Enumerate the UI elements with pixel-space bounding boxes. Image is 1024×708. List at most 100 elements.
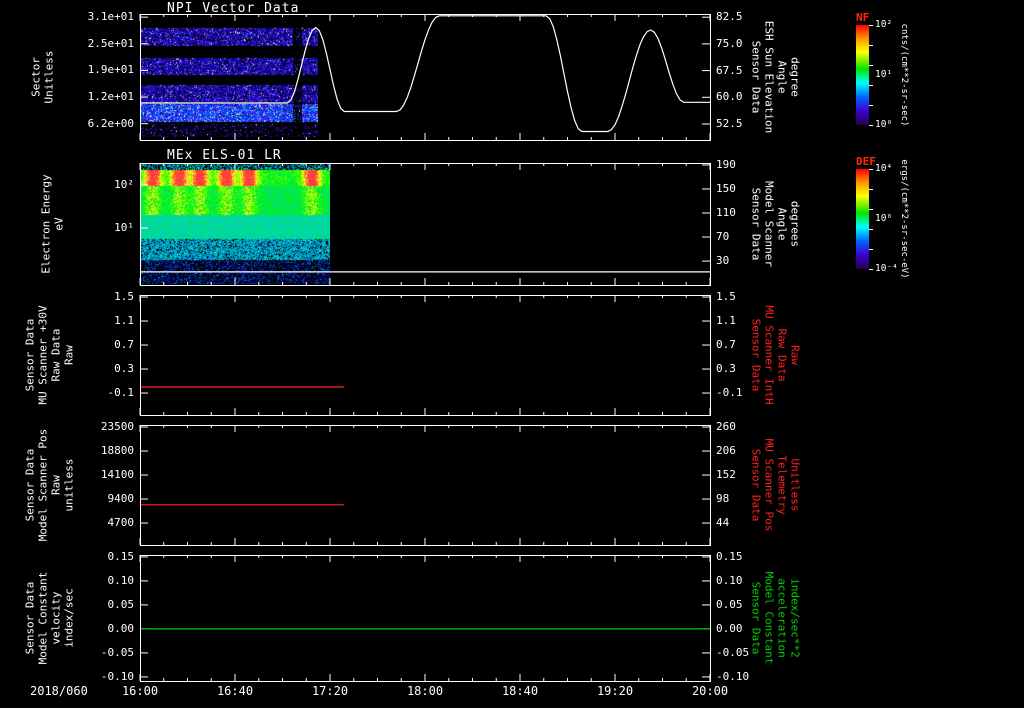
tick-label-left: 6.2e+00 <box>87 116 134 130</box>
colorbar-tick-label: 10⁴ <box>875 163 893 174</box>
tick-label-right: 1.5 <box>716 290 736 304</box>
axis-title-left-line: Sensor Data <box>23 318 37 392</box>
colorbar-tick-label: 10¹ <box>875 69 893 80</box>
axis-title-left-line: unitless <box>62 458 76 512</box>
axis-title-right-line: Raw Data <box>775 328 789 382</box>
tick-label-left: 18800 <box>100 444 134 458</box>
colorbar-tick-label: 10⁰ <box>875 119 893 130</box>
tick-label-left: 9400 <box>107 492 135 506</box>
colorbar-def: DEF ergs/(cm**2-sr-sec-eV) 10⁴ 10⁰ 10⁻⁴ <box>856 155 928 305</box>
panel-frame-scanner-pos <box>140 425 711 546</box>
colorbar-tick-mark <box>869 249 873 250</box>
colorbar-tick-label: 10⁻⁴ <box>875 263 898 274</box>
tick-label-left: 0.00 <box>107 621 135 635</box>
colorbar-tick-label: 10⁰ <box>875 213 893 224</box>
axis-title-right-line: Sensor Data <box>749 40 763 114</box>
tick-label-right: 0.7 <box>716 338 736 352</box>
x-tick-label: 17:20 <box>311 684 349 698</box>
colorbar-def-label: DEF <box>856 155 876 168</box>
tick-label-left: 0.15 <box>107 549 135 563</box>
tick-label-left: 23500 <box>100 420 134 434</box>
axis-title-right-line: Angle <box>775 207 789 241</box>
tick-label-left: 10² <box>114 177 134 191</box>
tick-label-right: 1.1 <box>716 314 736 328</box>
axis-title-right-line: Sensor Data <box>749 448 763 522</box>
colorbar-tick-mark <box>869 105 873 106</box>
tick-label-right: 98 <box>716 492 730 506</box>
colorbar-tick-label: 10² <box>875 19 893 30</box>
date-label: 2018/060 <box>30 684 88 698</box>
axis-title-left-line: Electron Energy <box>39 174 53 274</box>
tick-label-left: 14100 <box>100 468 134 482</box>
colorbar-nf: NF cnts/(cm**2-sr-sec) 10² 10¹ 10⁰ <box>856 11 928 161</box>
colorbar-nf-label: NF <box>856 11 870 24</box>
tick-label-right: 0.3 <box>716 362 736 376</box>
axis-title-left-line: MU Scanner +30V <box>36 305 50 405</box>
tick-label-right: -0.1 <box>716 386 743 400</box>
science-plot-screen: NPI Vector Data MEx ELS-01 LR NF cnts/(c… <box>0 0 1024 708</box>
tick-label-right: 0.05 <box>716 597 743 611</box>
tick-label-right: -0.10 <box>716 669 750 683</box>
tick-label-right: 82.5 <box>716 10 743 24</box>
tick-label-left: 0.3 <box>114 362 134 376</box>
colorbar-tick-mark <box>869 189 873 190</box>
tick-label-right: 60.0 <box>716 90 743 104</box>
tick-label-right: 0.10 <box>716 573 743 587</box>
colorbar-tick-mark <box>869 125 873 126</box>
axis-title-left-line: Sensor Data <box>23 581 37 655</box>
tick-label-left: 2.5e+01 <box>87 36 134 50</box>
tick-label-left: 0.05 <box>107 597 135 611</box>
tick-label-right: 190 <box>716 157 736 171</box>
colorbar-tick-mark <box>869 169 873 170</box>
panel-frame-model-constant <box>140 555 711 682</box>
tick-label-right: -0.05 <box>716 645 750 659</box>
axis-title-right-line: Angle <box>775 60 789 94</box>
colorbar-nf-unit: cnts/(cm**2-sr-sec) <box>899 23 909 127</box>
axis-title-right-line: MU Scanner Pos <box>762 438 776 532</box>
x-tick-label: 18:40 <box>501 684 539 698</box>
x-tick-label: 19:20 <box>596 684 634 698</box>
tick-label-left: -0.05 <box>100 645 134 659</box>
axis-title-left-line: Model Constant <box>36 571 50 665</box>
tick-label-right: 110 <box>716 206 736 219</box>
colorbar-tick-mark <box>869 209 873 210</box>
panel-frame-els <box>140 163 711 286</box>
axis-title-left-line: index/sec <box>62 588 76 648</box>
panel-frame-npi <box>140 14 711 141</box>
axis-title-right-line: Model Scanner <box>762 180 776 268</box>
axis-title-left-line: eV <box>52 217 66 231</box>
axis-title-right-line: ESH Sun Elevation <box>762 20 776 134</box>
tick-label-right: 67.5 <box>716 63 743 77</box>
tick-label-left: 1.5 <box>114 290 134 304</box>
axis-title-right-line: Model Constant <box>762 571 776 665</box>
tick-label-left: 0.10 <box>107 573 135 587</box>
axis-title-right-line: Sensor Data <box>749 318 763 392</box>
colorbar-tick-mark <box>869 269 873 270</box>
axis-title-right-line: acceleration <box>775 578 789 658</box>
tick-label-right: 70 <box>716 230 730 244</box>
tick-label-right: 152 <box>716 468 736 482</box>
tick-label-left: 1.2e+01 <box>87 90 134 104</box>
panel-title-mex-els: MEx ELS-01 LR <box>167 148 282 163</box>
tick-label-left: 0.7 <box>114 338 134 352</box>
tick-label-left: 1.9e+01 <box>87 63 134 77</box>
tick-label-right: 206 <box>716 444 736 458</box>
axis-title-left-line: Unitless <box>42 50 56 104</box>
tick-label-left: -0.10 <box>100 669 134 683</box>
axis-title-right-line: MU Scanner IntH <box>762 305 776 405</box>
tick-label-right: 30 <box>716 254 730 268</box>
colorbar-tick-mark <box>869 45 873 46</box>
tick-label-right: 0.00 <box>716 621 743 635</box>
axis-title-right-line: Telemetry <box>775 455 789 515</box>
tick-label-right: 75.0 <box>716 36 743 50</box>
tick-label-left: 10¹ <box>114 221 134 235</box>
colorbar-tick-mark <box>869 25 873 26</box>
colorbar-def-unit: ergs/(cm**2-sr-sec-eV) <box>899 159 909 279</box>
axis-title-left-line: Raw <box>49 475 63 495</box>
axis-title-right-line: index/sec**2 <box>788 578 802 658</box>
axis-title-right-line: Unitless <box>788 458 802 512</box>
axis-title-left-line: Raw <box>62 345 76 365</box>
tick-label-left: 4700 <box>107 516 135 530</box>
axis-title-right-line: Sensor Data <box>749 581 763 655</box>
axis-title-right-line: degree <box>788 57 802 97</box>
